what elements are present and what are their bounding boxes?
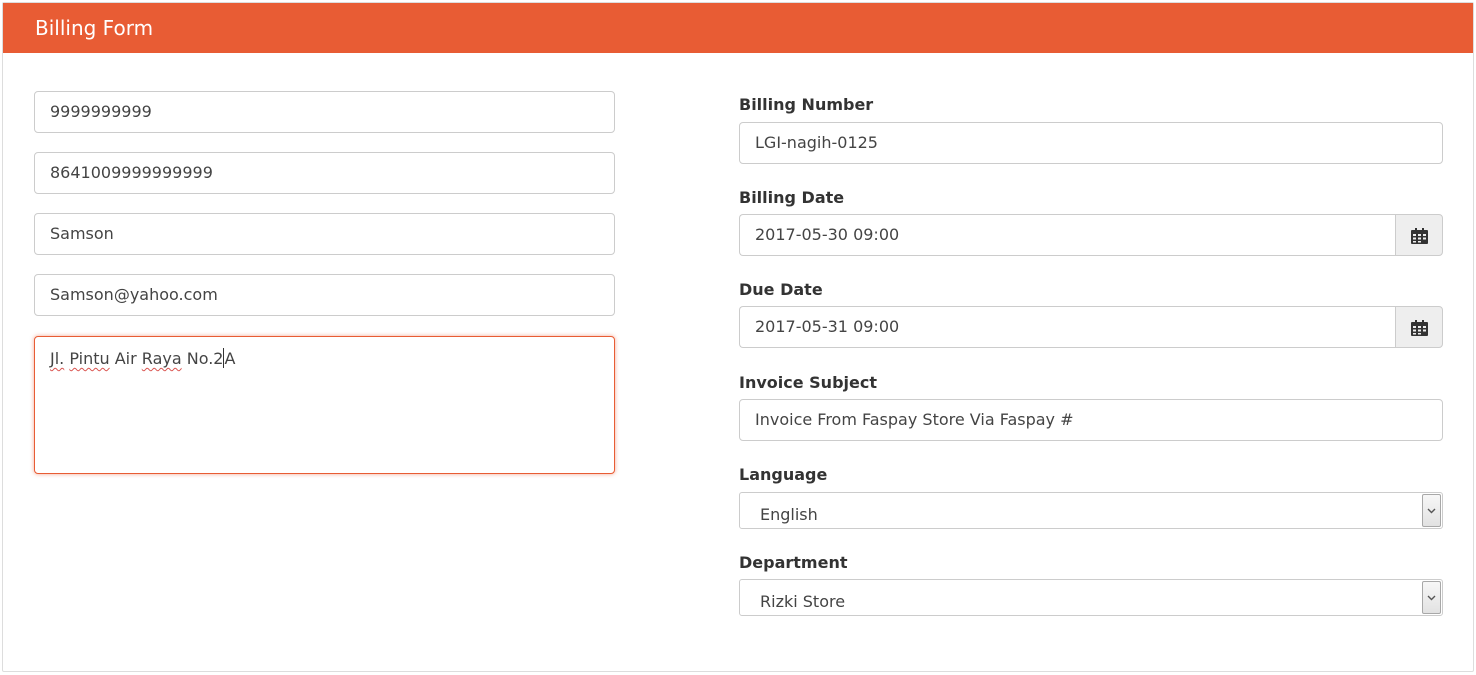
invoice-subject-input[interactable]: Invoice From Faspay Store Via Faspay # [739, 399, 1443, 441]
panel-title: Billing Form [3, 3, 1473, 53]
billing-form-panel: Billing Form 9999999999 8641009999999999… [2, 2, 1474, 672]
chevron-down-icon [1427, 508, 1436, 514]
language-dropdown-button[interactable] [1422, 494, 1441, 527]
billing-date-picker-button[interactable] [1395, 214, 1443, 256]
address-word: Pintu [69, 349, 110, 368]
due-date-label: Due Date [739, 280, 823, 299]
language-selected-value: English [760, 505, 818, 524]
field-1-input[interactable]: 9999999999 [34, 91, 615, 133]
billing-date-group: 2017-05-30 09:00 [739, 214, 1443, 256]
billing-date-label: Billing Date [739, 188, 845, 207]
billing-number-label: Billing Number [739, 95, 874, 114]
department-select[interactable]: Rizki Store [739, 579, 1443, 616]
calendar-icon [1411, 228, 1428, 244]
address-word: Air [114, 349, 137, 368]
billing-date-input[interactable]: 2017-05-30 09:00 [739, 214, 1395, 256]
department-dropdown-button[interactable] [1422, 581, 1441, 614]
department-selected-value: Rizki Store [760, 592, 846, 611]
due-date-picker-button[interactable] [1395, 306, 1443, 348]
due-date-group: 2017-05-31 09:00 [739, 306, 1443, 348]
calendar-icon [1411, 320, 1428, 336]
language-label: Language [739, 465, 828, 484]
address-word: Jl. [50, 349, 65, 368]
due-date-input[interactable]: 2017-05-31 09:00 [739, 306, 1395, 348]
email-input[interactable]: Samson@yahoo.com [34, 274, 615, 316]
address-word: Raya [141, 349, 182, 368]
field-2-input[interactable]: 8641009999999999 [34, 152, 615, 194]
language-select[interactable]: English [739, 492, 1443, 529]
chevron-down-icon [1427, 595, 1436, 601]
department-label: Department [739, 553, 848, 572]
billing-number-input[interactable]: LGI-nagih-0125 [739, 122, 1443, 164]
address-word: No.2 [186, 349, 224, 368]
invoice-subject-label: Invoice Subject [739, 373, 877, 392]
address-word: A [224, 349, 236, 368]
address-textarea[interactable]: Jl. Pintu Air Raya No.2A [34, 336, 615, 474]
name-input[interactable]: Samson [34, 213, 615, 255]
